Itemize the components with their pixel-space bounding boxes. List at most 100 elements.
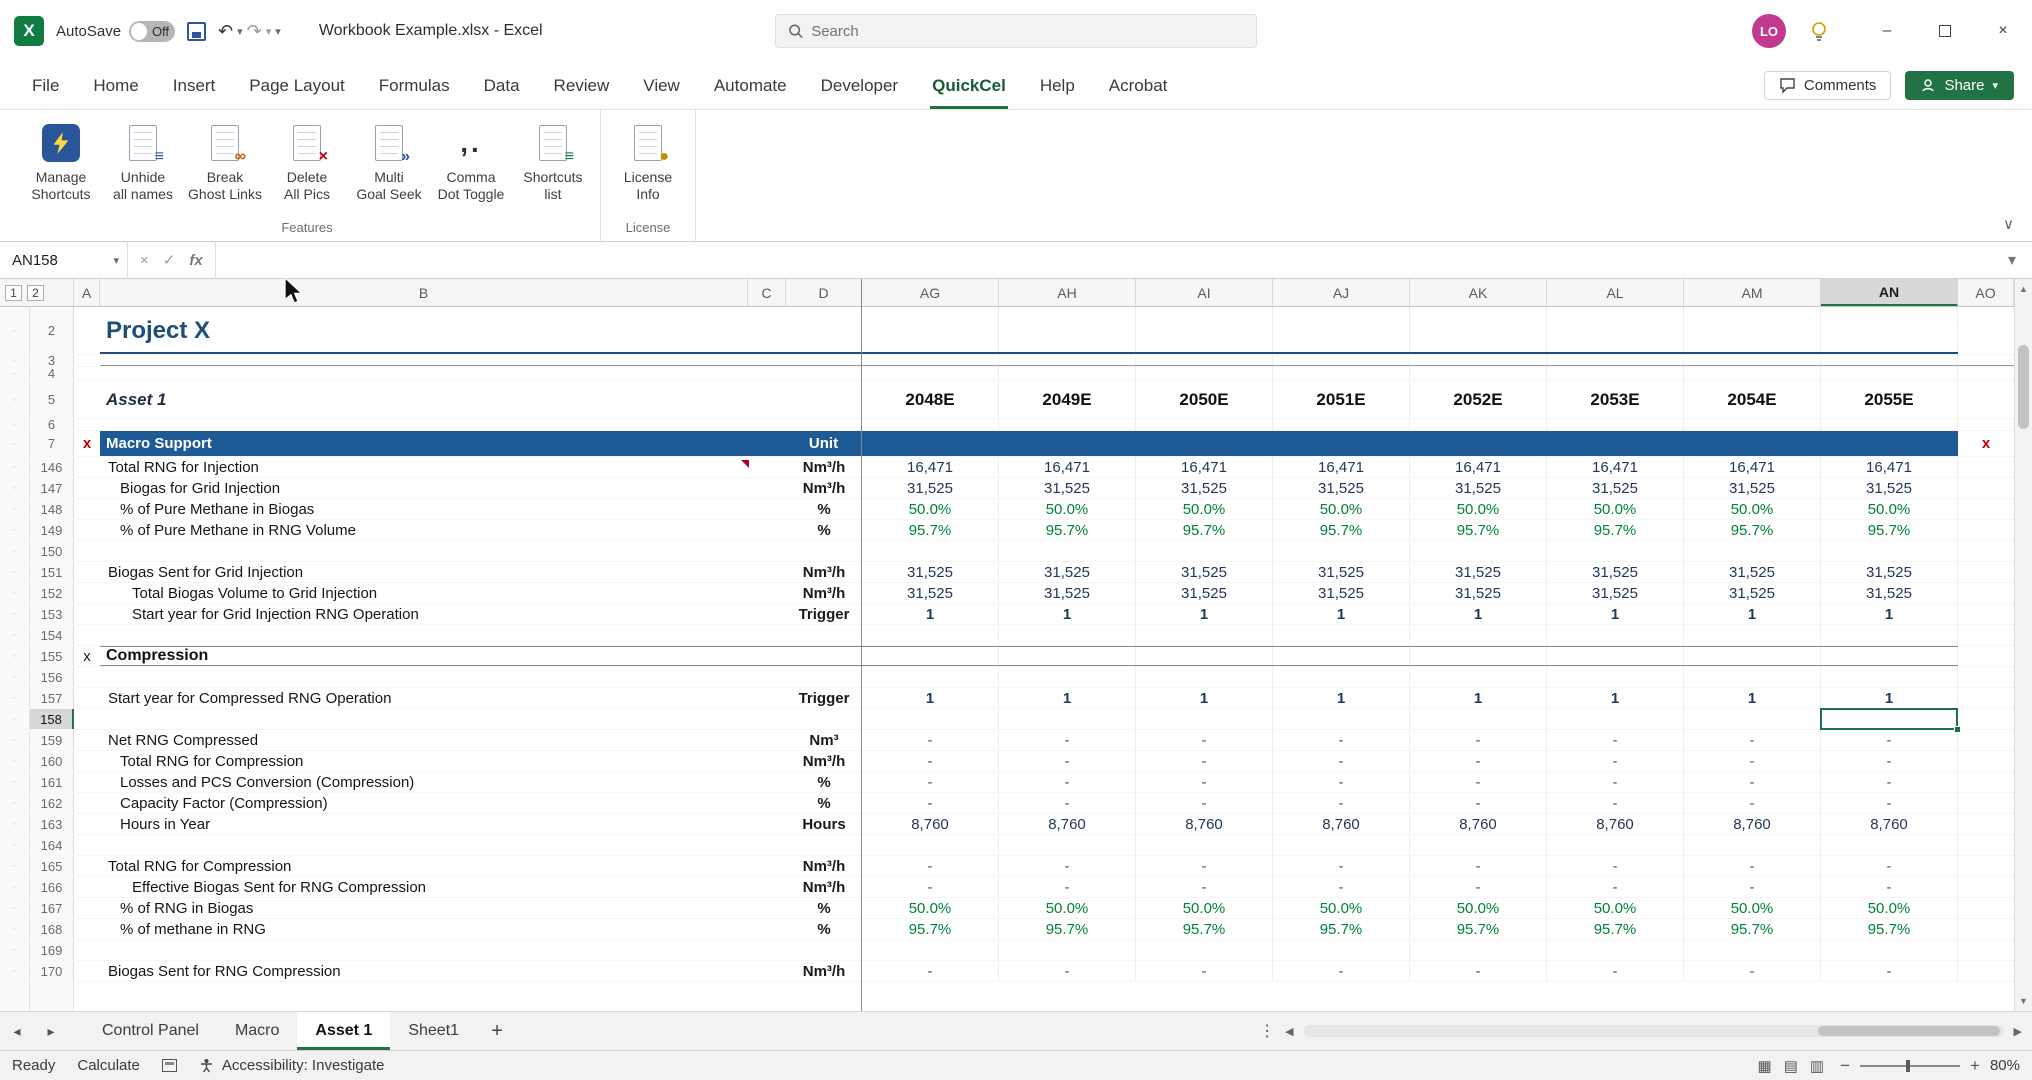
menu-tab-view[interactable]: View (629, 62, 694, 109)
cell[interactable]: Total RNG for Injection (100, 457, 748, 477)
cell[interactable]: 16,471 (999, 457, 1136, 477)
cell[interactable] (100, 709, 748, 729)
cell[interactable]: % (786, 898, 862, 918)
cell[interactable] (1958, 856, 2014, 876)
cell[interactable] (1547, 940, 1684, 960)
cell[interactable]: 31,525 (1136, 478, 1273, 498)
cell[interactable] (999, 940, 1136, 960)
year-header-2049e[interactable]: 2049E (999, 381, 1136, 418)
name-box-dropdown-icon[interactable]: ▾ (113, 254, 119, 267)
cell[interactable]: 8,760 (999, 814, 1136, 834)
cell[interactable] (999, 431, 1136, 456)
cell[interactable]: - (1273, 856, 1410, 876)
cell[interactable]: - (999, 961, 1136, 981)
cell[interactable] (786, 367, 862, 380)
cell[interactable] (74, 667, 100, 687)
menu-tab-help[interactable]: Help (1026, 62, 1089, 109)
cell[interactable] (1136, 835, 1273, 855)
cell[interactable]: 95.7% (1410, 919, 1547, 939)
cell[interactable]: 50.0% (1821, 898, 1958, 918)
cell[interactable]: x (1958, 431, 2014, 456)
cell[interactable] (1547, 541, 1684, 561)
cell[interactable] (1684, 431, 1821, 456)
cell[interactable]: 8,760 (1684, 814, 1821, 834)
cell[interactable]: 50.0% (1273, 898, 1410, 918)
cell[interactable]: Biogas for Grid Injection (100, 478, 748, 498)
cell[interactable]: - (1410, 793, 1547, 813)
cell[interactable] (1684, 355, 1821, 366)
cell[interactable] (74, 772, 100, 792)
cell[interactable] (748, 856, 786, 876)
page-layout-view-icon[interactable]: ▤ (1784, 1057, 1798, 1075)
zoom-level[interactable]: 80% (1990, 1057, 2020, 1074)
cell[interactable] (1958, 499, 2014, 519)
cell[interactable] (74, 625, 100, 645)
cell[interactable]: 31,525 (1684, 583, 1821, 603)
cell[interactable] (1136, 709, 1273, 729)
sheet-options-kebab-icon[interactable]: ⋮ (1259, 1021, 1275, 1041)
cell[interactable]: Nm³/h (786, 877, 862, 897)
zoom-slider-thumb[interactable] (1906, 1060, 1910, 1072)
cell[interactable] (748, 583, 786, 603)
cell[interactable] (1958, 307, 2014, 354)
menu-tab-automate[interactable]: Automate (700, 62, 801, 109)
ribbon-button-comma-dot-toggle[interactable]: ,.CommaDot Toggle (430, 116, 512, 207)
cell[interactable]: Hours in Year (100, 814, 748, 834)
cell[interactable]: 31,525 (1547, 562, 1684, 582)
cell[interactable] (1958, 877, 2014, 897)
undo-icon[interactable]: ↶ (218, 21, 233, 42)
cell[interactable] (74, 730, 100, 750)
row-header-158[interactable]: 158 (30, 709, 74, 729)
cell[interactable] (74, 919, 100, 939)
cell[interactable] (1958, 961, 2014, 981)
cell[interactable]: 1 (1684, 688, 1821, 708)
cell[interactable] (74, 709, 100, 729)
column-header-b[interactable]: B (100, 279, 748, 306)
cell[interactable] (1547, 307, 1684, 354)
cell[interactable] (1410, 541, 1547, 561)
column-header-ah[interactable]: AH (999, 279, 1136, 306)
cell[interactable] (1410, 667, 1547, 687)
row-header-159[interactable]: 159 (30, 730, 74, 750)
cell[interactable]: % of Pure Methane in Biogas (100, 499, 748, 519)
cell[interactable] (748, 381, 786, 418)
cell[interactable]: 31,525 (862, 562, 999, 582)
year-header-2055e[interactable]: 2055E (1821, 381, 1958, 418)
cell[interactable]: - (1821, 730, 1958, 750)
cell[interactable] (1136, 355, 1273, 366)
cell[interactable] (748, 499, 786, 519)
cell[interactable] (74, 478, 100, 498)
cell[interactable] (748, 940, 786, 960)
cell[interactable]: Nm³/h (786, 583, 862, 603)
cell[interactable]: - (1136, 856, 1273, 876)
cell[interactable] (100, 419, 748, 430)
cell[interactable] (1958, 367, 2014, 380)
cell[interactable]: - (862, 772, 999, 792)
cell[interactable] (1958, 688, 2014, 708)
cell[interactable]: Start year for Compressed RNG Operation (100, 688, 748, 708)
cell[interactable] (1273, 431, 1410, 456)
selected-cell-an158[interactable] (1821, 709, 1958, 729)
cell[interactable] (74, 814, 100, 834)
cell[interactable]: Project X (100, 307, 748, 354)
cell[interactable]: - (1410, 856, 1547, 876)
cell[interactable]: Nm³/h (786, 562, 862, 582)
section-x-marker[interactable]: x (83, 648, 91, 665)
cell[interactable] (748, 625, 786, 645)
cell[interactable]: 95.7% (1136, 520, 1273, 540)
cell[interactable]: - (1273, 751, 1410, 771)
share-button[interactable]: Share ▾ (1905, 71, 2014, 100)
cell[interactable]: 31,525 (1821, 583, 1958, 603)
row-header-149[interactable]: 149 (30, 520, 74, 540)
cell[interactable]: - (1547, 856, 1684, 876)
cell[interactable] (748, 667, 786, 687)
cell[interactable] (1136, 646, 1273, 666)
cell[interactable] (1821, 355, 1958, 366)
cell[interactable] (748, 646, 786, 666)
cell[interactable]: 31,525 (862, 478, 999, 498)
ribbon-button-break-ghost-links[interactable]: ∞BreakGhost Links (184, 116, 266, 207)
cell[interactable]: - (862, 730, 999, 750)
row-header-4[interactable]: 4 (30, 367, 74, 380)
qat-customize-icon[interactable]: ▾ (275, 25, 281, 38)
cell[interactable] (1821, 419, 1958, 430)
